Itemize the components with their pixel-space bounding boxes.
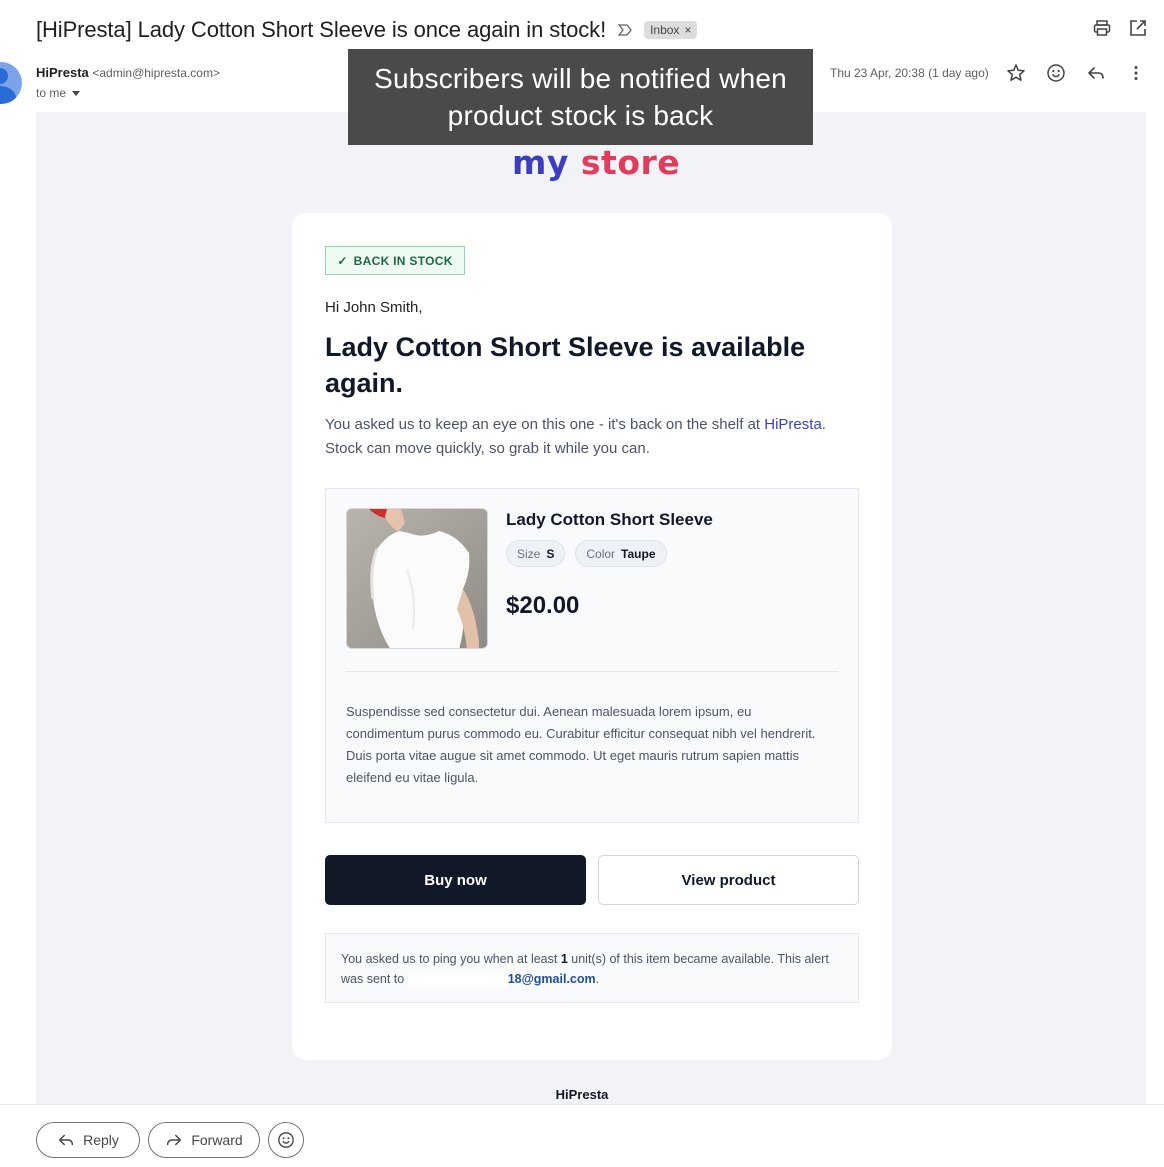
- sender-name[interactable]: HiPresta: [36, 65, 89, 80]
- attribute-key: Size: [517, 546, 541, 561]
- emoji-reaction-button[interactable]: [268, 1122, 304, 1158]
- reply-icon[interactable]: [1086, 63, 1106, 83]
- logo-part-store: store: [580, 143, 681, 182]
- chevron-down-icon: [72, 90, 81, 96]
- caption-line-2: product stock is back: [447, 100, 714, 131]
- print-icon[interactable]: [1092, 18, 1112, 38]
- attribute-size: Size S: [506, 540, 566, 567]
- product-price: $20.00: [506, 592, 580, 619]
- buy-now-button[interactable]: Buy now: [325, 855, 586, 905]
- top-actions: [1092, 18, 1148, 38]
- notice-email[interactable]: 18@gmail.com: [508, 972, 596, 986]
- footer-brand: HiPresta: [555, 1087, 609, 1102]
- forward-label: Forward: [191, 1132, 243, 1148]
- message-actions: [1006, 63, 1146, 83]
- attribute-value: S: [546, 546, 555, 561]
- store-logo[interactable]: my store: [512, 143, 680, 182]
- attribute-value: Taupe: [621, 546, 656, 561]
- attribute-key: Color: [586, 546, 616, 561]
- star-icon[interactable]: [1006, 63, 1026, 83]
- email-card: ✓ BACK IN STOCK Hi John Smith, Lady Cott…: [292, 213, 892, 1060]
- reply-button[interactable]: Reply: [36, 1122, 140, 1158]
- email-subject: [HiPresta] Lady Cotton Short Sleeve is o…: [36, 17, 607, 42]
- caption-line-1: Subscribers will be notified when: [374, 63, 787, 94]
- view-product-button[interactable]: View product: [598, 855, 859, 905]
- product-name: Lady Cotton Short Sleeve: [506, 510, 713, 529]
- remove-label-icon[interactable]: ×: [684, 23, 691, 37]
- inbox-label-chip[interactable]: Inbox ×: [644, 21, 698, 39]
- reply-label: Reply: [83, 1132, 119, 1148]
- redacted-block: [407, 972, 508, 987]
- overlay-caption: Subscribers will be notified when produc…: [348, 49, 813, 145]
- headline: Lady Cotton Short Sleeve is available ag…: [325, 332, 806, 398]
- emoji-icon: [278, 1132, 294, 1148]
- forward-icon: [167, 1134, 182, 1146]
- inbox-label-text: Inbox: [650, 23, 680, 37]
- forward-button[interactable]: Forward: [148, 1122, 260, 1158]
- store-link[interactable]: HiPresta: [764, 416, 822, 433]
- recipient-details-toggle[interactable]: to me: [36, 86, 81, 100]
- reply-icon: [59, 1134, 74, 1146]
- subject-row: [HiPresta] Lady Cotton Short Sleeve is o…: [36, 14, 698, 46]
- emoji-icon[interactable]: [1046, 63, 1066, 83]
- message-date: Thu 23 Apr, 20:38 (1 day ago): [830, 66, 989, 80]
- intro-text: You asked us to keep an eye on this one …: [325, 413, 865, 461]
- notice-text-1: You asked us to ping you when at least: [341, 952, 561, 966]
- gmail-message-view: [HiPresta] Lady Cotton Short Sleeve is o…: [0, 0, 1164, 1167]
- greeting: Hi John Smith,: [325, 299, 423, 316]
- back-in-stock-badge: ✓ BACK IN STOCK: [325, 246, 465, 275]
- product-description: Suspendisse sed consectetur dui. Aenean …: [346, 704, 816, 785]
- reply-bar: Reply Forward: [0, 1104, 1164, 1167]
- sender-info: HiPresta <admin@hipresta.com>: [36, 65, 220, 80]
- more-vert-icon[interactable]: [1126, 63, 1146, 83]
- divider: [346, 671, 838, 672]
- product-box: Lady Cotton Short Sleeve Size S Color Ta…: [325, 488, 859, 823]
- product-image[interactable]: [346, 508, 488, 649]
- notice-quantity: 1: [560, 952, 568, 966]
- logo-part-my: my: [512, 143, 569, 182]
- attribute-color: Color Taupe: [575, 540, 667, 567]
- product-attributes: Size S Color Taupe: [506, 540, 667, 567]
- intro-before: You asked us to keep an eye on this one …: [325, 416, 765, 433]
- open-new-window-icon[interactable]: [1128, 18, 1148, 38]
- badge-label: BACK IN STOCK: [353, 253, 453, 268]
- importance-icon[interactable]: [616, 21, 634, 39]
- alert-notice: You asked us to ping you when at least 1…: [325, 933, 859, 1003]
- recipient-label: to me: [36, 86, 67, 100]
- notice-end: .: [595, 972, 600, 986]
- sender-email: <admin@hipresta.com>: [92, 66, 220, 80]
- sender-avatar[interactable]: [0, 62, 22, 104]
- check-icon: ✓: [337, 253, 348, 268]
